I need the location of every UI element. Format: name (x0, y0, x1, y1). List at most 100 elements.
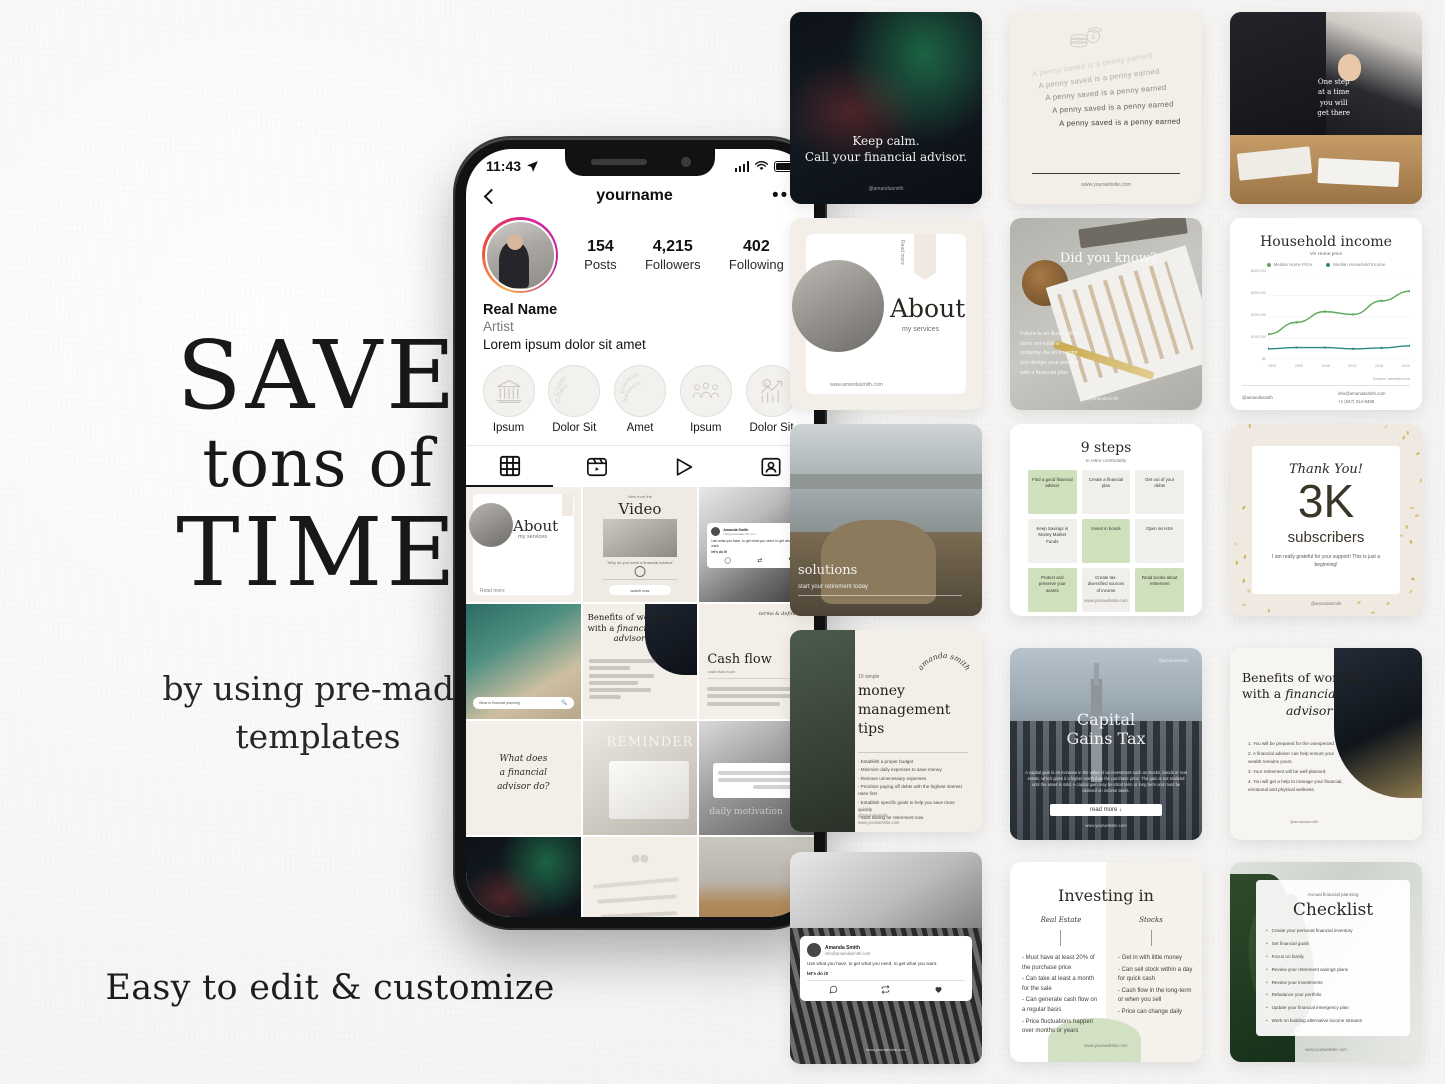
card-button[interactable]: read more ↓ (1050, 804, 1162, 816)
step-cell: Find a good financial adviser (1028, 470, 1077, 514)
post-title: Cash flow (707, 652, 772, 667)
checklist-item[interactable]: • Create your personal financial inventor… (1266, 928, 1402, 935)
comment-icon[interactable]: ◯ (724, 557, 731, 564)
post-title-1: Benefits of working (588, 613, 672, 623)
confetti-speck (1406, 525, 1408, 529)
post-thumbnail[interactable]: Benefits of working with a financial adv… (583, 604, 698, 719)
highlight-3[interactable]: financial freedom Amet (612, 365, 669, 434)
post-title-3: financial (617, 624, 654, 634)
template-card-about[interactable]: Read more About my services www.amandasm… (790, 218, 982, 410)
stat-label: Following (729, 257, 784, 272)
card-title-3: tips (858, 721, 884, 737)
checklist-item[interactable]: • Review your investments (1266, 980, 1402, 987)
post-thumbnail[interactable]: REMINDER (583, 721, 698, 836)
benefit-item: 1. You will be prepared for the unexpect… (1248, 740, 1346, 748)
comment-icon[interactable] (829, 985, 838, 994)
template-card-benefits[interactable]: Benefits of working with a financial adv… (1230, 648, 1422, 840)
template-card-investing-in[interactable]: Investing in Real Estate Stocks - Must h… (1010, 862, 1202, 1062)
card-eyebrow: Annual financial planning (1260, 892, 1406, 897)
checklist-item[interactable]: • Rebalance your portfolio (1266, 992, 1402, 999)
card-title-3: financial (1285, 686, 1339, 701)
template-card-checklist[interactable]: Annual financial planning Checklist • Cre… (1230, 862, 1422, 1062)
checklist-item[interactable]: • Review your retirement savings plans (1266, 967, 1402, 974)
post-thumbnail[interactable]: New from the Video "Why do you need a fi… (583, 487, 698, 602)
checklist-item[interactable]: • Update your financial emergency plan (1266, 1005, 1402, 1012)
post-caption: "Why do you need a financial advisor" (583, 560, 698, 565)
y-axis-tick: $400,000 (1251, 269, 1266, 273)
post-thumbnail[interactable]: What is financial planning 🔍 (466, 604, 581, 719)
stat-following[interactable]: 402 Following (729, 238, 784, 272)
template-card-money-tips[interactable]: amanda smith 10 simple money management … (790, 630, 982, 832)
template-card-advisor-meeting[interactable]: One step at a time you will get there (1230, 12, 1422, 204)
comparison-item: - Price fluctuations happen over months … (1022, 1018, 1100, 1037)
repost-icon[interactable] (881, 985, 890, 994)
confetti-speck (1371, 612, 1375, 614)
comparison-item: - Must have at least 20% of the purchase… (1022, 954, 1100, 973)
post-thumbnail[interactable]: What does a financial advisor do? (466, 721, 581, 836)
post-title-2: with a (588, 624, 615, 634)
card-footer-email: info@amandasmith.com (1338, 391, 1385, 396)
x-axis-tick: 2018 (1375, 364, 1383, 368)
checklist-item[interactable]: • Set financial goals (1266, 941, 1402, 948)
checklist-item[interactable]: • Focus on family (1266, 954, 1402, 961)
template-card-retirement[interactable]: solutions start your retirement today (790, 424, 982, 616)
card-title: Checklist (1260, 900, 1406, 920)
search-text: What is financial planning (479, 701, 520, 705)
bank-building-icon (495, 377, 523, 405)
checklist-label: Create your personal financial inventory (1272, 928, 1353, 935)
template-card-did-you-know[interactable]: Did you know? Future is an illusion that… (1010, 218, 1202, 410)
tab-video[interactable] (640, 446, 727, 487)
post-subtitle: my services (518, 534, 547, 540)
template-card-keep-calm[interactable]: Keep calm. Call your financial advisor. … (790, 12, 982, 204)
comparison-item: - Price can change daily (1118, 1008, 1196, 1018)
card-eyebrow: 10 simple (858, 674, 879, 680)
tab-grid[interactable] (466, 446, 553, 487)
post-thumbnail[interactable] (466, 837, 581, 917)
checklist-item[interactable]: • Work on building alternative income str… (1266, 1018, 1402, 1025)
y-axis-tick: $0 (1262, 357, 1266, 361)
card-watermark: @amandasmith (1159, 658, 1188, 663)
step-cell: Invest in bonds (1082, 519, 1131, 563)
card-website: www.yourwebsite.com (1010, 823, 1202, 828)
highlight-2[interactable]: Crypto Crypto Dolor Sit (546, 365, 603, 434)
card-line-1: Keep calm. (790, 134, 982, 148)
instagram-header: yourname ••• (466, 179, 814, 211)
checklist-label: Work on building alternative income stre… (1272, 1018, 1362, 1025)
avatar-story-ring[interactable] (482, 217, 558, 293)
confetti-speck (1410, 506, 1414, 508)
template-card-quote-skyscraper[interactable]: Amanda Smith info@amandasmith.com Use wh… (790, 852, 982, 1064)
card-title: 9 steps (1010, 440, 1202, 456)
chevron-left-icon[interactable] (484, 188, 500, 204)
legend-label: Median Household Income (1333, 262, 1385, 267)
repost-icon[interactable]: ⇄ (757, 557, 762, 564)
stat-posts[interactable]: 154 Posts (584, 238, 617, 272)
template-card-capital-gains[interactable]: Capital Gains Tax A capital gain is an i… (1010, 648, 1202, 840)
promo-footer-line: Easy to edit & customize (100, 968, 560, 1008)
tab-reels[interactable] (553, 446, 640, 487)
template-card-household-income[interactable]: Household income VS Home price Median Ho… (1230, 218, 1422, 410)
template-card-nine-steps[interactable]: 9 steps to retire comfortably Find a goo… (1010, 424, 1202, 616)
post-button[interactable]: watch now (609, 585, 672, 595)
bio-text: Lorem ipsum dolor sit amet (483, 336, 798, 354)
coins-stack-icon: $ (1068, 26, 1104, 50)
post-thumbnail[interactable]: About my services Read more (466, 487, 581, 602)
x-axis-tick: 2020 (1402, 364, 1410, 368)
template-card-penny-saved[interactable]: $ A penny saved is a penny earned A penny… (1010, 12, 1202, 204)
heart-icon[interactable] (934, 985, 943, 994)
penny-quote-line: A penny saved is a penny earned (1024, 116, 1202, 128)
card-subtitle: to retire comfortably (1010, 458, 1202, 463)
post-thumbnail[interactable] (583, 837, 698, 917)
confetti-speck (1383, 425, 1387, 429)
highlight-4[interactable]: Ipsum (677, 365, 734, 434)
svg-text:$: $ (765, 382, 768, 387)
highlight-cover (680, 365, 732, 417)
card-title-1: Benefits of working (1242, 670, 1366, 685)
highlight-cover: financial freedom (614, 365, 666, 417)
checklist-label: Focus on family (1272, 954, 1304, 961)
highlight-1[interactable]: Ipsum (480, 365, 537, 434)
checklist-label: Update your financial emergency plan (1272, 1005, 1349, 1012)
template-card-thank-you[interactable]: Thank You! 3K subscribers I am really gr… (1230, 424, 1422, 616)
status-time: 11:43 (486, 158, 521, 174)
post-line-2: a financial (500, 768, 547, 778)
stat-followers[interactable]: 4,215 Followers (645, 238, 701, 272)
